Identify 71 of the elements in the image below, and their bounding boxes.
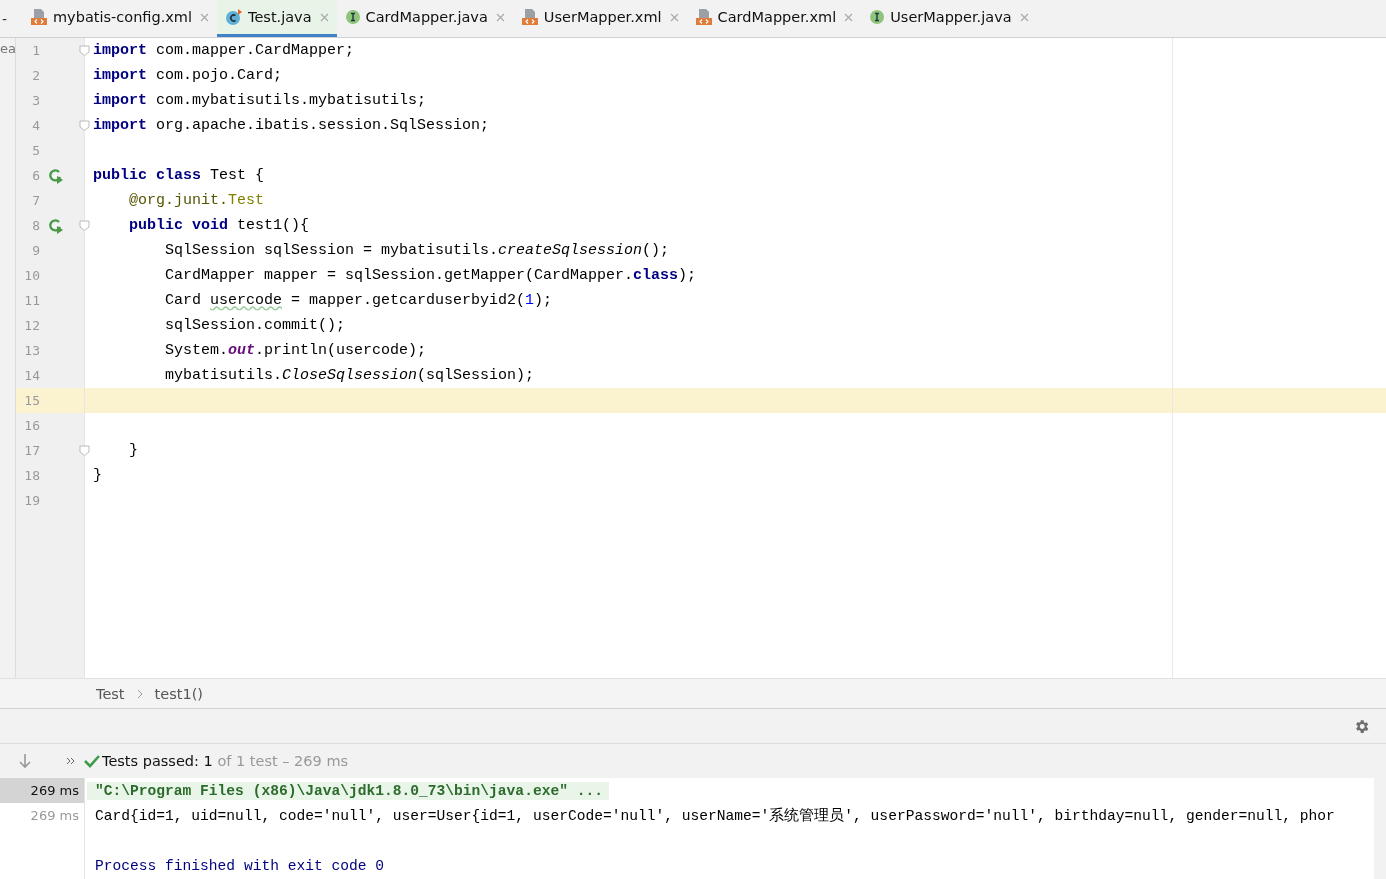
edge-text: -	[1, 9, 9, 29]
run-test-icon[interactable]	[48, 217, 64, 234]
line-number: 7	[31, 193, 40, 208]
code-line: }	[128, 442, 138, 459]
fold-icon[interactable]	[79, 120, 90, 131]
line-number: 3	[31, 93, 40, 108]
editor-tab[interactable]: UserMapper.java	[861, 0, 1037, 37]
interface-icon	[869, 9, 886, 25]
line-number: 11	[23, 293, 40, 308]
editor-tab[interactable]: UserMapper.xml	[512, 0, 687, 37]
close-icon[interactable]	[669, 12, 679, 22]
line-number: 13	[23, 343, 40, 358]
code-line: SqlSession sqlSession = mybatisutils.createSqlsession();	[164, 242, 670, 259]
line-number: 8	[31, 218, 40, 233]
editor-tab[interactable]: Test.java	[217, 0, 337, 37]
class-icon	[225, 8, 243, 26]
line-number: 2	[31, 68, 40, 83]
code-line: import com.pojo.Card;	[92, 67, 283, 84]
test-status-text: Tests passed: 1	[102, 753, 213, 769]
line-number: 9	[31, 243, 40, 258]
line-number: 17	[23, 443, 40, 458]
fold-icon[interactable]	[79, 220, 90, 231]
settings-icon[interactable]	[1353, 717, 1370, 735]
line-number: 5	[31, 143, 40, 158]
line-number: 15	[23, 393, 40, 408]
chevron-icon[interactable]	[66, 756, 76, 766]
code-line: import org.apache.ibatis.session.SqlSession;	[92, 117, 490, 134]
line-number: 16	[23, 418, 40, 433]
close-icon[interactable]	[495, 12, 505, 22]
code-line: public void test1(){	[128, 217, 310, 234]
line-number: 1	[31, 43, 40, 58]
code-line: import com.mapper.CardMapper;	[92, 42, 355, 59]
close-icon[interactable]	[844, 12, 854, 22]
xml-file-icon	[30, 8, 48, 26]
xml-file-icon	[694, 8, 713, 26]
fold-icon[interactable]	[79, 45, 90, 56]
line-number: 14	[23, 368, 40, 383]
code-line: System.out.println(usercode);	[164, 342, 427, 359]
line-number: 10	[23, 268, 40, 283]
close-icon[interactable]	[1019, 12, 1029, 22]
edge-text: ea	[0, 41, 15, 56]
test-duration[interactable]: 269 ms	[0, 778, 84, 803]
editor-tab[interactable]: mybatis-config.xml	[22, 0, 217, 37]
code-line: mybatisutils.CloseSqlsession(sqlSession);	[164, 367, 535, 384]
run-test-icon[interactable]	[48, 167, 64, 184]
arrow-down-icon[interactable]	[18, 753, 32, 769]
xml-file-icon	[520, 8, 539, 26]
line-number: 4	[31, 118, 40, 133]
fold-icon[interactable]	[79, 445, 90, 456]
breadcrumb-item[interactable]: test1()	[154, 685, 203, 702]
code-line: Card usercode = mapper.getcarduserbyid2(1);	[164, 292, 553, 309]
console-line: Card{id=1, uid=null, code='null', user=User{id=1, userCode='null', userName='系统管理员', userPassword='null', birthday=null, gender=null, phor	[95, 806, 1335, 825]
chevron-right-icon	[136, 688, 143, 699]
code-line: public class Test {	[92, 167, 265, 184]
line-number: 12	[23, 318, 40, 333]
code-line: @org.junit.Test	[128, 192, 265, 209]
interface-icon	[344, 9, 361, 25]
line-number: 18	[23, 468, 40, 483]
line-number: 6	[31, 168, 40, 183]
close-icon[interactable]	[319, 12, 329, 22]
editor-tab[interactable]: CardMapper.java	[336, 0, 513, 37]
code-line: sqlSession.commit();	[164, 317, 346, 334]
breadcrumb-item[interactable]: Test	[96, 685, 125, 702]
code-line: }	[92, 467, 102, 484]
editor-tab[interactable]: CardMapper.xml	[686, 0, 862, 37]
close-icon[interactable]	[200, 12, 209, 22]
line-number: 19	[23, 493, 40, 508]
code-line: CardMapper mapper = sqlSession.getMapper(CardMapper.class);	[164, 267, 697, 284]
test-detail-text: of 1 test – 269 ms	[217, 753, 349, 769]
code-line: import com.mybatisutils.mybatisutils;	[92, 92, 427, 109]
console-line: Process finished with exit code 0	[95, 857, 384, 874]
